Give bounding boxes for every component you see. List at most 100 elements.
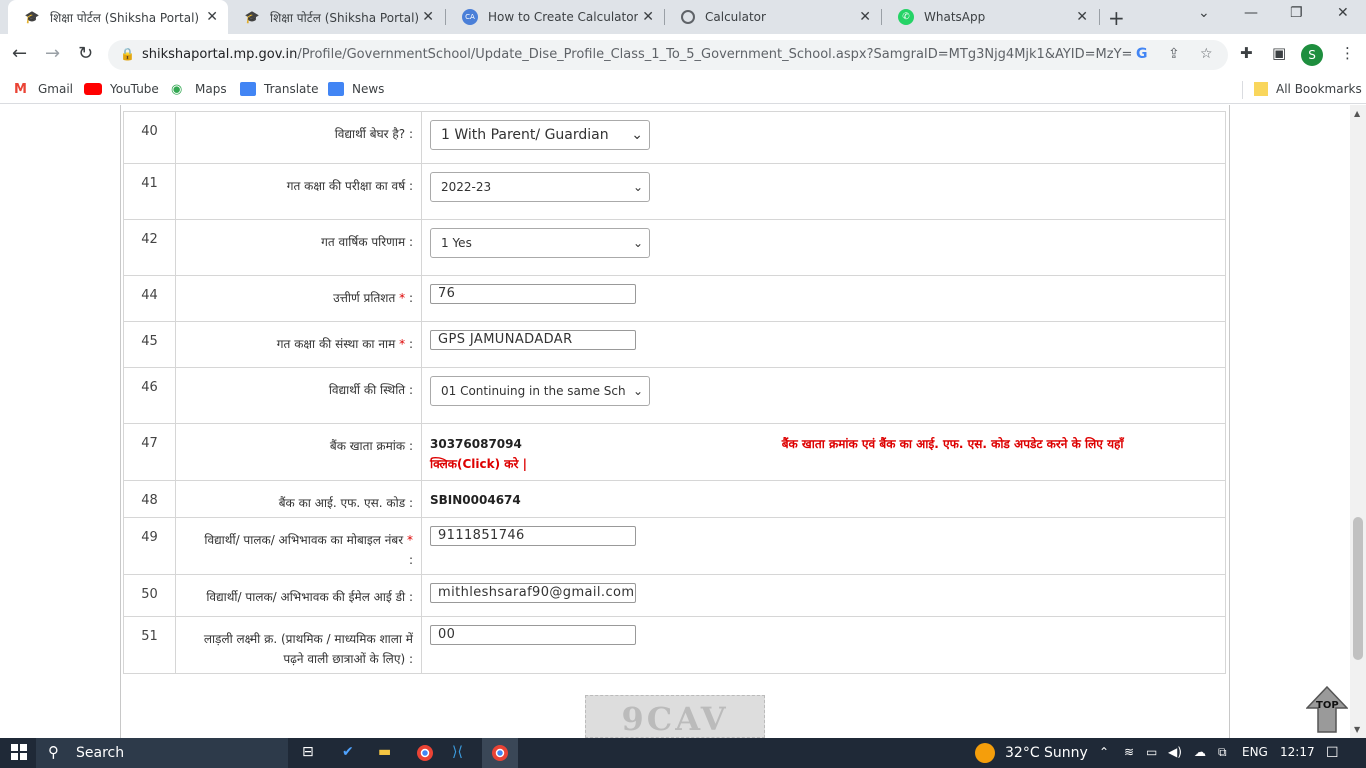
close-window-button[interactable]: ✕: [1337, 5, 1349, 21]
vscode-icon[interactable]: ⟩⟨: [452, 744, 463, 760]
youtube-icon: [84, 83, 102, 95]
restore-button[interactable]: ❐: [1290, 5, 1303, 21]
bookmark-star-icon[interactable]: ☆: [1200, 46, 1213, 62]
row-number: 49: [123, 517, 176, 575]
cap-icon: 🎓: [24, 10, 40, 24]
back-icon[interactable]: ←: [12, 43, 27, 64]
previous-institution-input[interactable]: GPS JAMUNADADAR: [430, 330, 636, 350]
tab-shiksha-portal-2[interactable]: 🎓 शिक्षा पोर्टल (Shiksha Portal) ✕: [228, 0, 444, 34]
language-indicator[interactable]: ENG: [1242, 745, 1268, 759]
site-info-icon[interactable]: 🔒: [120, 47, 135, 61]
address-bar[interactable]: 🔒 shikshaportal.mp.gov.in/Profile/Govern…: [108, 40, 1228, 70]
battery-icon[interactable]: ▭: [1146, 745, 1157, 759]
search-icon: ⚲: [48, 743, 59, 761]
top-label: TOP: [1316, 700, 1339, 711]
all-bookmarks[interactable]: All Bookmarks: [1254, 82, 1362, 96]
forward-icon[interactable]: →: [45, 43, 60, 64]
whatsapp-icon: ✆: [898, 9, 914, 25]
student-status-select[interactable]: 01 Continuing in the same Scho ⌄: [430, 376, 650, 406]
field-label: लाड़ली लक्ष्मी क्र. (प्राथमिक / माध्यमिक…: [175, 616, 422, 674]
notification-icon[interactable]: ☐: [1326, 745, 1339, 761]
scroll-thumb[interactable]: [1353, 517, 1363, 660]
bookmark-maps[interactable]: ◉ Maps: [171, 82, 227, 97]
translate-icon: [240, 82, 256, 96]
field-label: विद्यार्थी/ पालक/ अभिभावक की ईमेल आई डी …: [175, 574, 422, 617]
weather-text[interactable]: 32°C Sunny: [1005, 745, 1088, 761]
exam-year-select[interactable]: 2022-23 ⌄: [430, 172, 650, 202]
row-number: 42: [123, 219, 176, 276]
active-chrome-taskbar[interactable]: [482, 738, 518, 768]
cloud-icon[interactable]: ☁: [1194, 745, 1206, 759]
maps-pin-icon: ◉: [171, 82, 183, 97]
tab-whatsapp[interactable]: ✆ WhatsApp ✕: [882, 0, 1098, 34]
task-view-icon[interactable]: ⊟: [302, 744, 314, 760]
form-row: 47 बैंक खाता क्रमांक : 30376087094 बैंक …: [123, 423, 1226, 481]
field-label: बैंक खाता क्रमांक :: [175, 423, 422, 481]
page-viewport: 40 विद्यार्थी बेघर है? : 1 With Parent/ …: [0, 105, 1350, 738]
extensions-icon[interactable]: ✚: [1240, 44, 1253, 62]
mobile-number-input[interactable]: 9111851746: [430, 526, 636, 546]
captcha-image: 9CAV: [585, 695, 765, 738]
chrome-icon[interactable]: [416, 744, 434, 766]
bank-account-number: 30376087094: [430, 437, 522, 451]
tab-title: Calculator: [705, 10, 766, 24]
row-number: 47: [123, 423, 176, 481]
bookmark-youtube[interactable]: YouTube: [84, 82, 159, 96]
scroll-up-icon[interactable]: ▲: [1354, 109, 1360, 118]
url-text[interactable]: shikshaportal.mp.gov.in/Profile/Governme…: [142, 47, 1132, 62]
wifi-icon[interactable]: ≋: [1124, 745, 1134, 759]
form-row: 46 विद्यार्थी की स्थिति : 01 Continuing …: [123, 367, 1226, 424]
row-number: 44: [123, 275, 176, 322]
chevron-down-icon: ⌄: [632, 384, 643, 398]
new-tab-button[interactable]: +: [1108, 6, 1125, 30]
tab-search-icon[interactable]: ⌄: [1198, 5, 1210, 21]
tab-calculator-tutorial[interactable]: CA How to Create Calculator Us ✕: [446, 0, 664, 34]
bookmark-news[interactable]: News: [328, 82, 384, 96]
ladli-laxmi-input[interactable]: 00: [430, 625, 636, 645]
profile-avatar[interactable]: S: [1301, 44, 1323, 66]
bookmark-gmail[interactable]: M Gmail: [14, 82, 73, 97]
pass-percentage-input[interactable]: 76: [430, 284, 636, 304]
annual-result-select[interactable]: 1 Yes ⌄: [430, 228, 650, 258]
clock[interactable]: 12:17: [1280, 745, 1315, 759]
taskbar-search[interactable]: ⚲ Search: [36, 738, 288, 768]
globe-icon: [681, 10, 695, 24]
form-row: 40 विद्यार्थी बेघर है? : 1 With Parent/ …: [123, 111, 1226, 164]
side-panel-icon[interactable]: ▣: [1272, 44, 1286, 62]
file-explorer-icon[interactable]: ▬: [378, 744, 391, 760]
share-icon[interactable]: ⇪: [1168, 46, 1180, 62]
todo-icon[interactable]: ✔: [342, 744, 354, 760]
close-icon[interactable]: ✕: [206, 9, 218, 25]
menu-icon[interactable]: ⋮: [1340, 44, 1355, 62]
meet-icon[interactable]: ⧉: [1218, 745, 1227, 760]
tab-calculator[interactable]: Calculator ✕: [665, 0, 881, 34]
form-row: 50 विद्यार्थी/ पालक/ अभिभावक की ईमेल आई …: [123, 574, 1226, 617]
close-icon[interactable]: ✕: [642, 9, 654, 25]
email-input[interactable]: mithleshsaraf90@gmail.com: [430, 583, 636, 603]
scroll-down-icon[interactable]: ▼: [1354, 725, 1360, 734]
tab-shiksha-portal-1[interactable]: 🎓 शिक्षा पोर्टल (Shiksha Portal) ✕: [8, 0, 228, 34]
volume-icon[interactable]: ◀): [1168, 745, 1182, 759]
reload-icon[interactable]: ↻: [78, 43, 93, 64]
homeless-select[interactable]: 1 With Parent/ Guardian ⌄: [430, 120, 650, 150]
close-icon[interactable]: ✕: [1076, 9, 1088, 25]
windows-start-icon[interactable]: [11, 744, 27, 764]
close-icon[interactable]: ✕: [859, 9, 871, 25]
tray-chevron-icon[interactable]: ⌃: [1099, 745, 1109, 759]
close-icon[interactable]: ✕: [422, 9, 434, 25]
field-label: गत वार्षिक परिणाम :: [175, 219, 422, 276]
google-lens-icon[interactable]: G: [1136, 46, 1148, 62]
chrome-icon: [492, 745, 508, 761]
chevron-down-icon: ⌄: [631, 127, 643, 143]
bank-update-link[interactable]: क्लिक(Click) करे |: [430, 457, 527, 471]
form-row: 44 उत्तीर्ण प्रतिशत * : 76: [123, 275, 1226, 322]
bookmark-translate[interactable]: Translate: [240, 82, 319, 96]
field-label: उत्तीर्ण प्रतिशत * :: [175, 275, 422, 322]
page-scrollbar[interactable]: ▲ ▼: [1350, 105, 1366, 738]
back-to-top-button[interactable]: TOP: [1305, 685, 1349, 734]
minimize-button[interactable]: —: [1244, 5, 1258, 21]
weather-sun-icon: [975, 743, 995, 763]
form-row: 49 विद्यार्थी/ पालक/ अभिभावक का मोबाइल न…: [123, 517, 1226, 575]
tab-title: How to Create Calculator Us: [488, 10, 638, 24]
cap-icon: 🎓: [244, 10, 260, 24]
